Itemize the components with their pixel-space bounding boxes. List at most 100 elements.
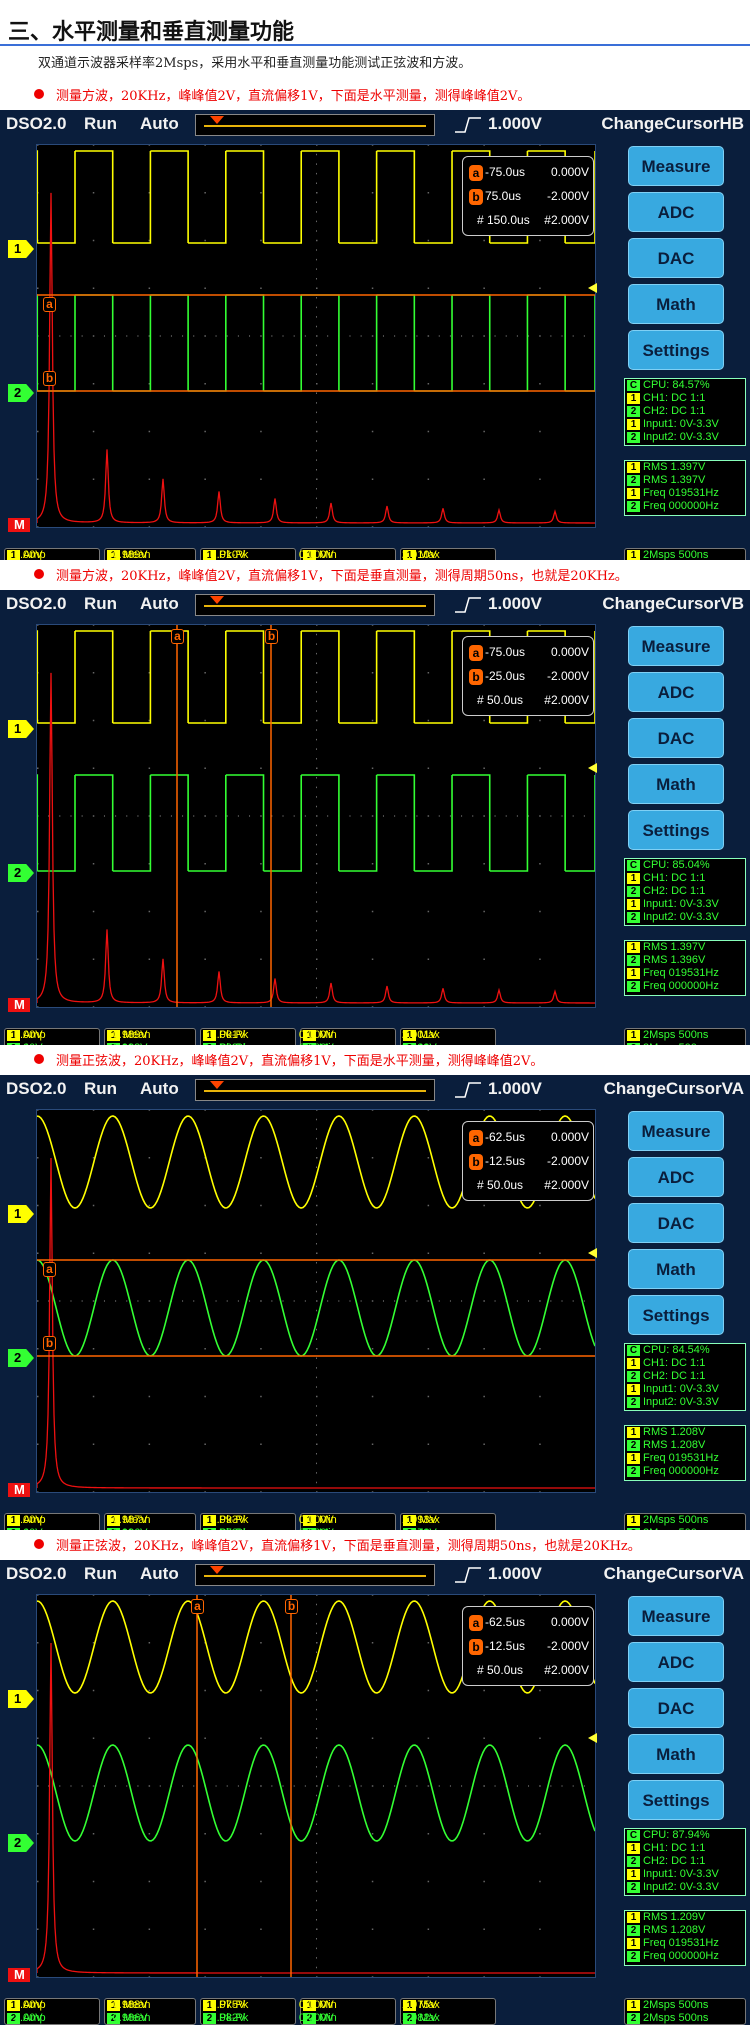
menu-button-math[interactable]: Math: [628, 284, 724, 324]
menu-button-adc[interactable]: ADC: [628, 672, 724, 712]
timebase-slider[interactable]: [195, 594, 435, 616]
cursor-mode[interactable]: ChangeCursorVA: [604, 1564, 744, 1584]
measure-value: 0.000V: [298, 2012, 334, 2024]
ch2-offset-marker[interactable]: 2: [8, 1834, 34, 1852]
caption-text: 测量方波，20KHz，峰峰值2V，直流偏移1V，下面是垂直测量，测得周期50ns…: [56, 569, 628, 584]
stat-freq1: 1 Freq 019531Hz: [625, 1937, 745, 1950]
sample-row-ch1: 1 2Msps 500ns: [627, 1029, 708, 1042]
cursor-a-tag[interactable]: a: [43, 1262, 56, 1277]
trigger-mode[interactable]: Auto: [140, 114, 179, 134]
menu-button-dac[interactable]: DAC: [628, 718, 724, 758]
menu-button-math[interactable]: Math: [628, 1734, 724, 1774]
bullet-icon: [34, 1539, 44, 1549]
timebase-slider[interactable]: [195, 1564, 435, 1586]
timebase-slider[interactable]: [195, 114, 435, 136]
cursor-mode[interactable]: ChangeCursorHB: [601, 114, 744, 134]
ch2-offset-marker[interactable]: 2: [8, 384, 34, 402]
measure-row-ch2: 2 Max 1.982V: [402, 2012, 440, 2025]
menu-button-measure[interactable]: Measure: [628, 1596, 724, 1636]
measure-amp[interactable]: 1Amp1.00V2Amp1.00V: [4, 1998, 100, 2025]
channel-badge: 2: [627, 405, 640, 417]
ch1-offset-marker[interactable]: 1: [8, 1205, 34, 1223]
cursor-b-tag[interactable]: b: [43, 371, 56, 386]
menu-button-dac[interactable]: DAC: [628, 1688, 724, 1728]
menu-button-adc[interactable]: ADC: [628, 192, 724, 232]
cursor-b-tag[interactable]: b: [265, 629, 278, 644]
measure-row-ch2: 2Amp1.00V: [7, 2012, 46, 2025]
scope-panel: DSO2.0 Run Auto 1.000V ChangeCursorHB a b a -75.…: [0, 110, 750, 575]
menu-button-adc[interactable]: ADC: [628, 1157, 724, 1197]
menu-button-dac[interactable]: DAC: [628, 238, 724, 278]
measure-min[interactable]: 1Min0.000V2Min0.000V: [298, 1998, 396, 2025]
menu-button-adc[interactable]: ADC: [628, 1642, 724, 1682]
cursor-readout-row: b -12.5us -2.000V: [469, 1152, 589, 1172]
trigger-mode[interactable]: Auto: [140, 594, 179, 614]
stat-text: Freq 019531Hz: [643, 1452, 719, 1464]
ch2-offset-marker[interactable]: 2: [8, 1349, 34, 1367]
measure-value: 0.989V: [112, 1029, 148, 1041]
ch2-offset-marker[interactable]: 2: [8, 864, 34, 882]
cursor-mode[interactable]: ChangeCursorVB: [602, 594, 744, 614]
cursor-b-tag[interactable]: b: [285, 1599, 298, 1614]
channel-badge: 2: [627, 954, 640, 966]
info-text: CH2: DC 1:1: [643, 405, 706, 417]
cursor-a-tag[interactable]: a: [191, 1599, 204, 1614]
run-state[interactable]: Run: [84, 114, 117, 134]
measure-row-ch1: 1 Mean 0.989V: [107, 1029, 151, 1042]
menu-button-settings[interactable]: Settings: [628, 330, 724, 370]
cursor-a-tag[interactable]: a: [43, 297, 56, 312]
trigger-voltage[interactable]: 1.000V: [488, 1079, 542, 1099]
menu-button-measure[interactable]: Measure: [628, 1111, 724, 1151]
run-state[interactable]: Run: [84, 594, 117, 614]
menu-button-measure[interactable]: Measure: [628, 626, 724, 666]
trigger-level-icon[interactable]: [588, 1248, 597, 1258]
trigger-position-icon: [210, 596, 224, 604]
menu-button-dac[interactable]: DAC: [628, 1203, 724, 1243]
measure-value: 0.987V: [112, 1514, 148, 1526]
trigger-level-icon[interactable]: [588, 1733, 597, 1743]
caption: 测量方波，20KHz，峰峰值2V，直流偏移1V，下面是垂直测量，测得周期50ns…: [0, 560, 750, 590]
stat-text: RMS 1.208V: [643, 1439, 706, 1451]
sample-rate-text: 2Msps 500ns: [643, 1999, 709, 2011]
trigger-voltage[interactable]: 1.000V: [488, 114, 542, 134]
math-marker[interactable]: M: [8, 998, 30, 1012]
cursor-b-tag[interactable]: b: [43, 1336, 56, 1351]
run-state[interactable]: Run: [84, 1564, 117, 1584]
measure-max[interactable]: 1 Max 1.975V 2 Max 1.982V: [400, 1998, 496, 2025]
cursor-mode[interactable]: ChangeCursorVA: [604, 1079, 744, 1099]
trigger-position-icon: [210, 1081, 224, 1089]
trigger-mode[interactable]: Auto: [140, 1564, 179, 1584]
stat-freq2: 2 Freq 000000Hz: [625, 980, 745, 993]
menu-button-math[interactable]: Math: [628, 764, 724, 804]
signal-stats-box: 1 RMS 1.208V 2 RMS 1.208V 1 Freq 019531Hz 2 Fre…: [624, 1425, 746, 1481]
ch1-offset-marker[interactable]: 1: [8, 1690, 34, 1708]
measure-pkpk[interactable]: 1 Pk-Pk 1.975V 2 Pk-Pk 1.982V: [200, 1998, 296, 2025]
trigger-mode[interactable]: Auto: [140, 1079, 179, 1099]
ch1-offset-marker[interactable]: 1: [8, 240, 34, 258]
run-state[interactable]: Run: [84, 1079, 117, 1099]
trigger-voltage[interactable]: 1.000V: [488, 594, 542, 614]
menu-button-settings[interactable]: Settings: [628, 1295, 724, 1335]
channel-badge: 1: [627, 1842, 640, 1854]
math-marker[interactable]: M: [8, 518, 30, 532]
rising-edge-icon: [455, 1566, 481, 1584]
cursor-a-tag[interactable]: a: [171, 629, 184, 644]
math-marker[interactable]: M: [8, 1968, 30, 1982]
menu-button-settings[interactable]: Settings: [628, 810, 724, 850]
timebase-slider[interactable]: [195, 1079, 435, 1101]
menu-button-settings[interactable]: Settings: [628, 1780, 724, 1820]
trigger-level-icon[interactable]: [588, 763, 597, 773]
scope-toolbar: DSO2.0 Run Auto 1.000V ChangeCursorVB: [0, 590, 750, 620]
title-divider: [0, 44, 750, 46]
cursor-value: -2.000V: [546, 1154, 589, 1168]
math-marker[interactable]: M: [8, 1483, 30, 1497]
rising-edge-icon: [455, 596, 481, 614]
trigger-voltage[interactable]: 1.000V: [488, 1564, 542, 1584]
sample-rate-box[interactable]: 12Msps 500ns22Msps 500ns: [624, 1998, 746, 2025]
measure-mean[interactable]: 1 Mean 0.988V 2 Mean 0.986V: [104, 1998, 196, 2025]
trigger-level-icon[interactable]: [588, 283, 597, 293]
menu-button-measure[interactable]: Measure: [628, 146, 724, 186]
menu-button-math[interactable]: Math: [628, 1249, 724, 1289]
ch1-offset-marker[interactable]: 1: [8, 720, 34, 738]
system-info-box: C CPU: 84.54% 1 CH1: DC 1:1 2 CH2: DC 1:1 1 Inp…: [624, 1343, 746, 1411]
